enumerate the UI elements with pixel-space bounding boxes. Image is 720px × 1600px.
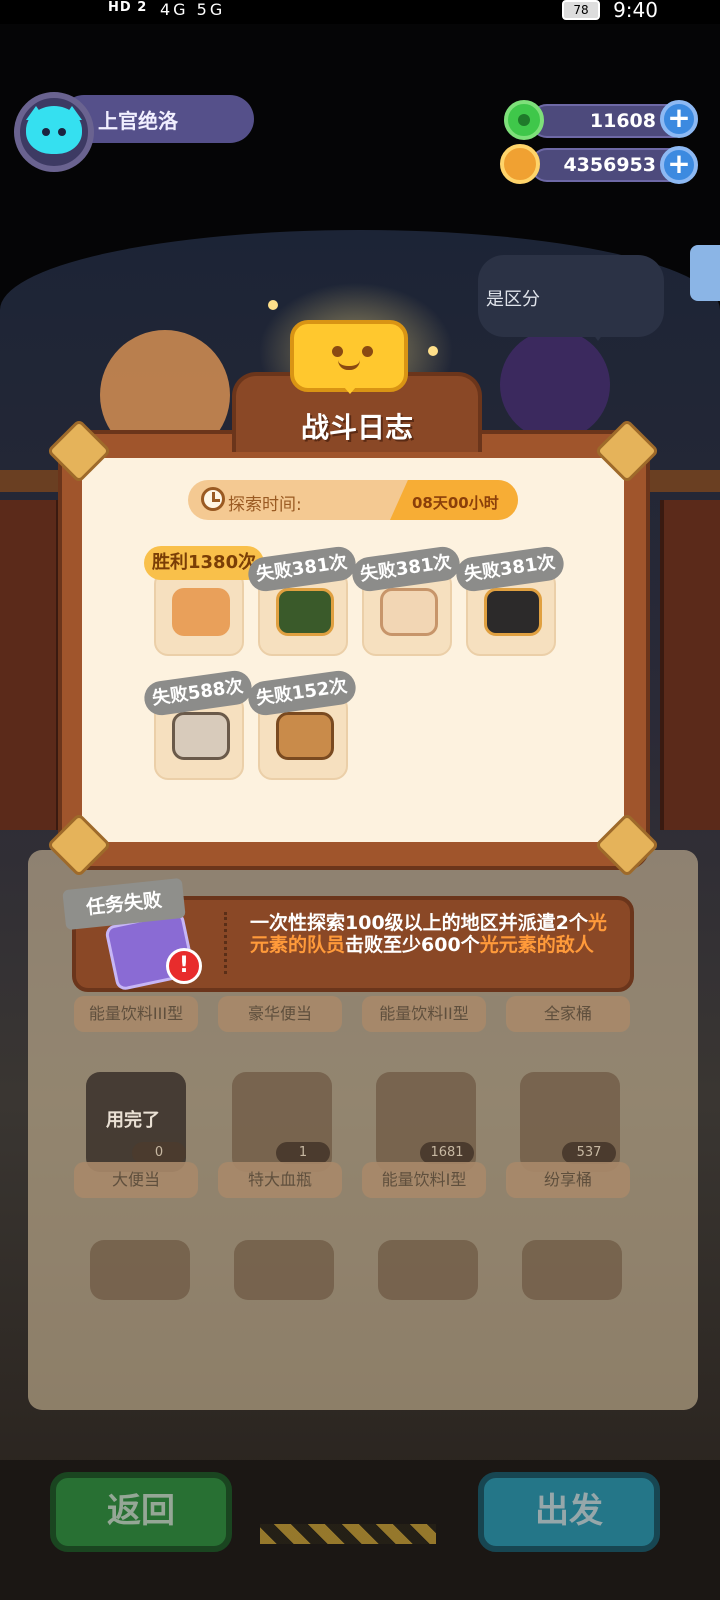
back-button[interactable]: 返回 [50,1472,232,1552]
explore-time-label: 探索时间: [228,495,302,515]
battle-log-title: 战斗日志 [300,411,413,444]
item-count: 537 [562,1142,616,1164]
gold-planet-coin-icon [500,144,540,184]
drum-monster-icon [484,588,542,636]
sign-221b-icon [276,588,334,636]
sparkle [428,346,438,356]
clock-icon [201,487,225,511]
inventory-item[interactable] [378,1240,478,1300]
item-label: 纷享桶 [506,1162,630,1198]
player-name: 上官绝洛 [98,109,178,133]
result-card[interactable] [154,570,244,656]
mission-description: 一次性探索100级以上的地区并派遣2个光元素的队员击败至少600个光元素的敌人 [250,912,607,956]
handcuff-monster-icon [172,712,230,760]
item-label: 能量饮料III型 [74,996,198,1032]
mission-divider [224,912,227,974]
item-count: 1 [276,1142,330,1164]
item-count: 0 [132,1142,186,1164]
coin-amount: 4356953 [563,154,656,176]
add-gems-button[interactable]: + [660,100,698,138]
sparkle [268,300,278,310]
result-badge: 胜利1380次 [144,546,265,580]
green-gem-icon [504,100,544,140]
used-up-label: 用完了 [106,1110,160,1131]
cat-avatar-icon [26,106,82,154]
warning-icon: ! [166,948,202,984]
crate-monster-icon [276,712,334,760]
cat-detective-icon [172,588,230,636]
box-monster-icon [380,588,438,636]
inventory-item[interactable] [522,1240,622,1300]
item-count: 1681 [420,1142,474,1164]
hazard-stripe [260,1524,436,1544]
item-label: 特大血瓶 [218,1162,342,1198]
explore-time-value: 08天00小时 [412,494,499,512]
item-label: 大便当 [74,1162,198,1198]
depart-button[interactable]: 出发 [478,1472,660,1552]
inventory-item[interactable] [90,1240,190,1300]
item-label: 全家桶 [506,996,630,1032]
inventory-item[interactable] [234,1240,334,1300]
gem-amount: 11608 [589,110,656,132]
chat-bubble-icon [290,320,408,394]
item-label: 能量饮料II型 [362,996,486,1032]
item-label: 能量饮料I型 [362,1162,486,1198]
add-coins-button[interactable]: + [660,146,698,184]
item-label: 豪华便当 [218,996,342,1032]
